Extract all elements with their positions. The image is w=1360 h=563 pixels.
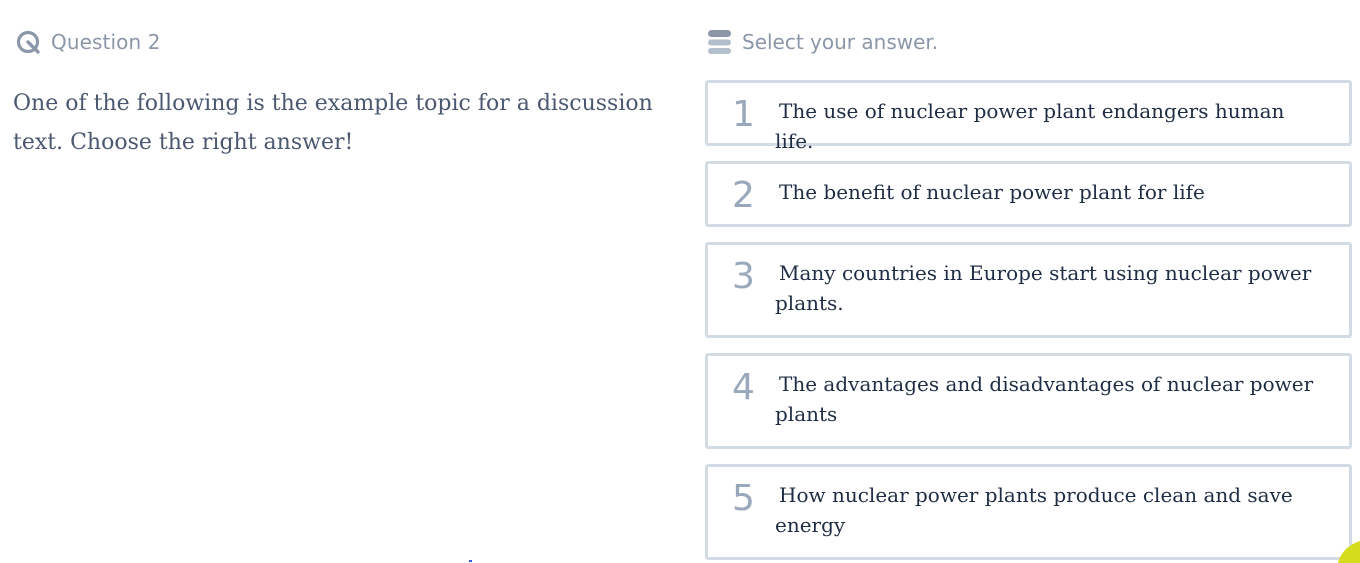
option-number: 1 bbox=[732, 94, 755, 135]
option-text: The use of nuclear power plant endangers… bbox=[775, 99, 1285, 153]
question-text: One of the following is the example topi… bbox=[13, 91, 653, 155]
timer-icon bbox=[16, 29, 42, 55]
answer-options: 1 The use of nuclear power plant endange… bbox=[705, 80, 1352, 563]
option-number: 3 bbox=[732, 256, 755, 297]
stray-dot bbox=[469, 560, 472, 562]
option-number: 2 bbox=[732, 175, 755, 216]
answer-option-1[interactable]: 1 The use of nuclear power plant endange… bbox=[705, 80, 1352, 153]
list-icon bbox=[707, 29, 732, 56]
corner-accent-icon bbox=[1338, 541, 1360, 563]
question-number-label: Question 2 bbox=[51, 30, 161, 54]
select-answer-label: Select your answer. bbox=[742, 30, 939, 54]
option-number: 5 bbox=[732, 478, 755, 519]
answer-option-5[interactable]: 5 How nuclear power plants produce clean… bbox=[705, 464, 1352, 560]
option-text: How nuclear power plants produce clean a… bbox=[775, 483, 1293, 537]
option-text: The benefit of nuclear power plant for l… bbox=[779, 180, 1205, 204]
answer-option-2[interactable]: 2 The benefit of nuclear power plant for… bbox=[705, 161, 1352, 227]
answer-option-4[interactable]: 4 The advantages and disadvantages of nu… bbox=[705, 353, 1352, 449]
option-text: Many countries in Europe start using nuc… bbox=[775, 261, 1312, 315]
option-number: 4 bbox=[732, 367, 755, 408]
quiz-page: Question 2 One of the following is the e… bbox=[0, 0, 1360, 563]
answers-header: Select your answer. bbox=[707, 28, 938, 56]
option-text: The advantages and disadvantages of nucl… bbox=[775, 372, 1314, 426]
answer-option-3[interactable]: 3 Many countries in Europe start using n… bbox=[705, 242, 1352, 338]
question-header: Question 2 bbox=[16, 28, 161, 56]
